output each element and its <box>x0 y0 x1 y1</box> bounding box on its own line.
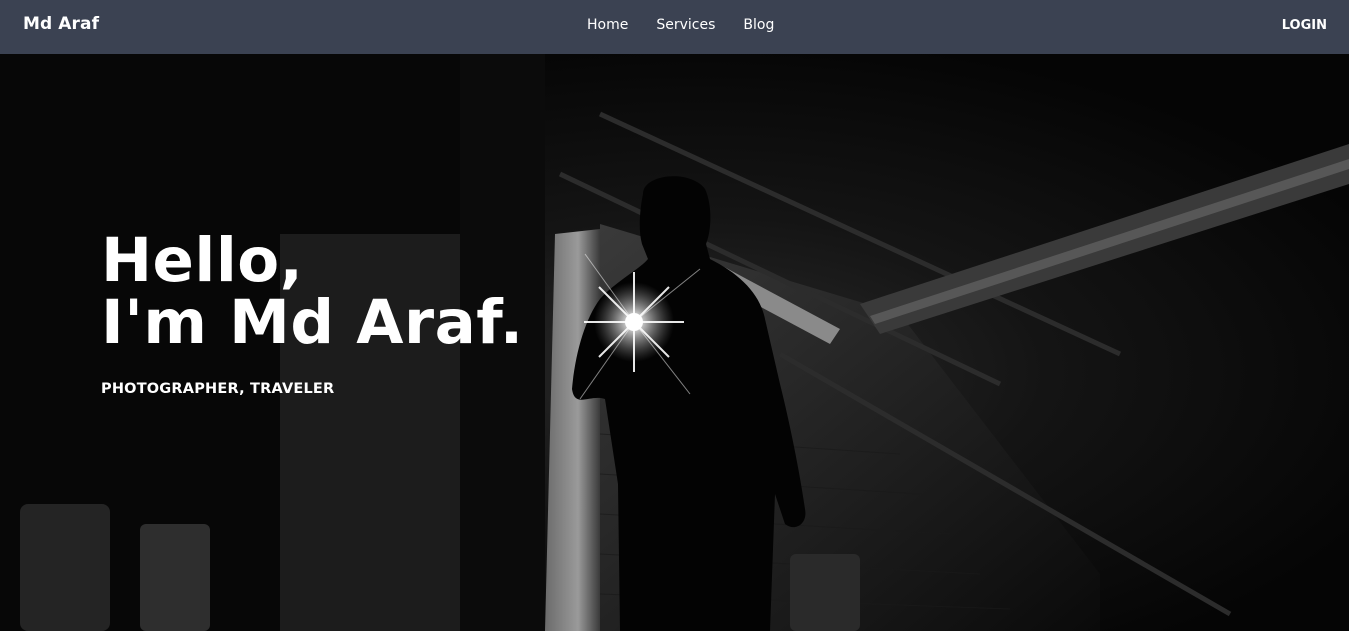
hero-tagline: PHOTOGRAPHER, TRAVELER <box>101 381 335 397</box>
top-navbar: Md Araf Home Services Blog LOGIN <box>0 0 1349 54</box>
nav-link-services[interactable]: Services <box>656 17 715 33</box>
nav-link-home[interactable]: Home <box>587 17 628 33</box>
login-button[interactable]: LOGIN <box>1282 18 1327 33</box>
nav-link-blog[interactable]: Blog <box>743 17 774 33</box>
hero-intro: Hello, I'm Md Araf. PHOTOGRAPHER, TRAVEL… <box>101 230 524 398</box>
nav-links: Home Services Blog <box>587 17 774 33</box>
hero-headline: Hello, I'm Md Araf. <box>101 230 524 354</box>
hero-section: Hello, I'm Md Araf. PHOTOGRAPHER, TRAVEL… <box>0 54 1349 631</box>
hero-greeting: Hello, <box>101 225 304 296</box>
hero-name: I'm Md Araf. <box>101 287 524 358</box>
brand-logo[interactable]: Md Araf <box>23 14 99 34</box>
